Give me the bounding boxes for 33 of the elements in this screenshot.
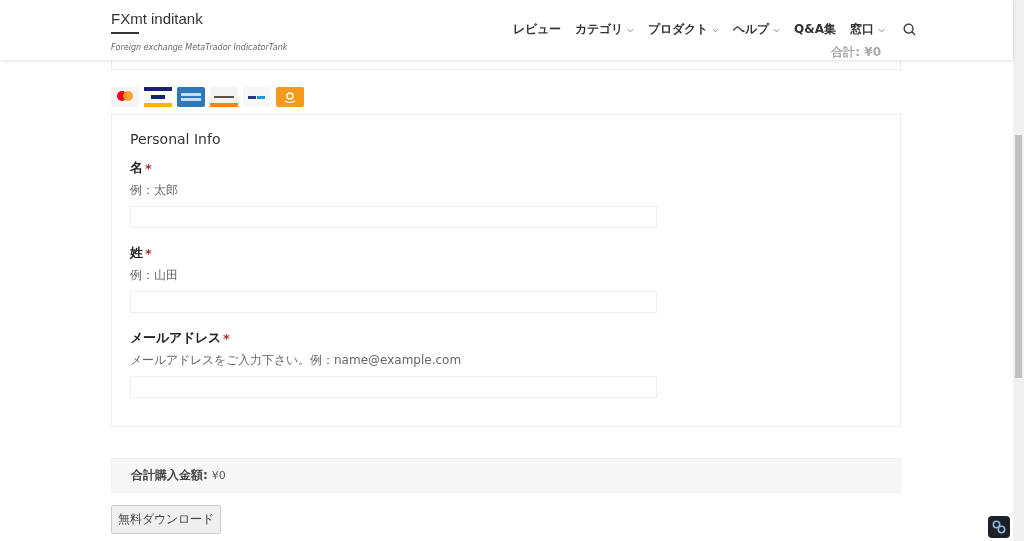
field-hint: 例：太郎 (130, 182, 179, 199)
required-mark: * (223, 330, 230, 346)
card-logo-icon (276, 87, 304, 107)
search-icon[interactable] (903, 23, 916, 36)
form-title: Personal Info (130, 131, 222, 147)
scrollbar[interactable] (1013, 0, 1024, 541)
card-logo-icon (210, 87, 238, 107)
required-mark: * (145, 160, 152, 176)
total-value: ¥0 (211, 469, 226, 482)
field-label: 姓 (130, 244, 143, 262)
field-hint: 例：山田 (130, 267, 179, 284)
nav-link[interactable]: レビュー (513, 21, 562, 38)
card-logo-icon (243, 87, 271, 107)
nav-link[interactable]: カテゴリ (575, 21, 635, 38)
required-mark: * (145, 245, 152, 261)
card-logo-icon (177, 87, 205, 107)
nav-link[interactable]: 窓口 (850, 21, 885, 38)
title-underline (111, 32, 139, 34)
field-hint: メールアドレスをご入力下さい。例：name@example.com (130, 352, 463, 369)
download-button[interactable]: 無料ダウンロード (111, 505, 221, 534)
field-label: メールアドレス (130, 329, 221, 347)
nav-link[interactable]: Q&A集 (794, 21, 836, 38)
field-label: 名 (130, 159, 143, 177)
total-label: 合計購入金額: (131, 467, 208, 484)
nav-link[interactable]: ヘルプ (733, 21, 781, 38)
link-icon[interactable] (988, 516, 1010, 538)
nav-link[interactable]: プロダクト (648, 21, 720, 38)
site-title[interactable]: FXmt inditank (111, 10, 288, 27)
card-logo-icon (111, 87, 139, 107)
cart-total: 合計: ¥0 (831, 44, 881, 61)
site-tagline: Foreign exchange MetaTrador IndicatorTank (111, 43, 288, 52)
card-logo-icon (144, 87, 172, 107)
scrollbar-thumb[interactable] (1015, 135, 1022, 378)
